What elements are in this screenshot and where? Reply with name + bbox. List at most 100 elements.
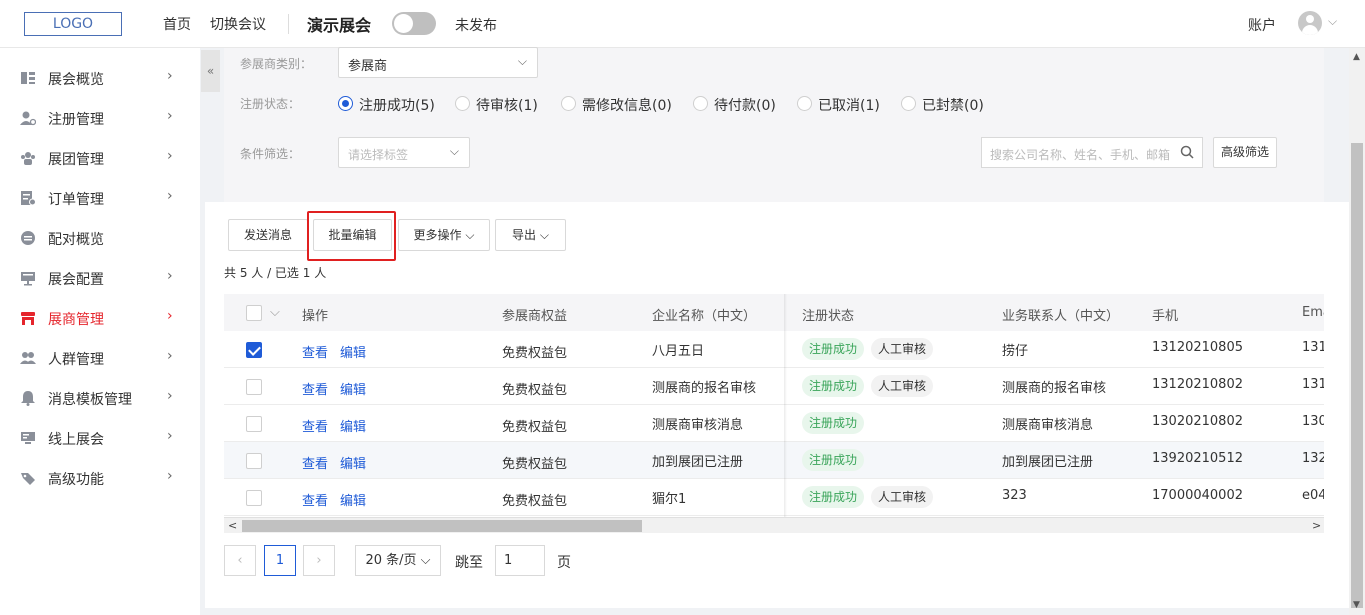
radio-dot[interactable] — [561, 96, 576, 111]
row-checkbox[interactable] — [246, 490, 262, 506]
row-checkbox[interactable] — [246, 379, 262, 395]
sidebar-item-6[interactable]: 展会配置 › — [0, 258, 200, 298]
review-badge: 人工审核 — [871, 486, 934, 508]
vertical-scrollbar[interactable]: ▲ ▼ — [1349, 48, 1365, 615]
view-link[interactable]: 查看 — [302, 342, 328, 361]
radio-dot[interactable] — [455, 96, 470, 111]
chevron-down-icon[interactable]: ⌵ — [270, 305, 280, 320]
logo[interactable]: LOGO — [24, 12, 122, 36]
page-size-select[interactable]: 20 条/页 ⌵ — [355, 545, 441, 576]
page-1-button[interactable]: 1 — [264, 545, 296, 576]
table-row: 查看 编辑 免费权益包 加到展团已注册 注册成功 加到展团已注册 13920210512 13… — [224, 442, 1324, 479]
edit-link[interactable]: 编辑 — [340, 342, 366, 361]
export-button[interactable]: 导出 ⌵ — [495, 219, 566, 251]
edit-link[interactable]: 编辑 — [340, 379, 366, 398]
row-checkbox[interactable] — [246, 453, 262, 469]
review-badge: 人工审核 — [871, 338, 934, 360]
chevron-down-icon: ⌵ — [449, 144, 459, 158]
sidebar-item-4[interactable]: 订单管理 › — [0, 178, 200, 218]
table-header: ⌵ 操作 参展商权益 企业名称（中文） 注册状态 业务联系人（中文） 手机 Em… — [224, 294, 1324, 331]
sidebar-item-3[interactable]: 展团管理 › — [0, 138, 200, 178]
scroll-up-icon[interactable]: ▲ — [1353, 52, 1360, 62]
sidebar-item-2[interactable]: 注册管理 › — [0, 98, 200, 138]
phone-cell: 13120210805 — [1152, 340, 1243, 355]
scroll-thumb[interactable] — [1351, 143, 1363, 608]
row-checkbox[interactable] — [246, 342, 262, 358]
publish-toggle[interactable] — [392, 12, 436, 35]
table-row: 查看 编辑 免费权益包 测展商的报名审核 注册成功 人工审核 测展商的报名审核 1312021… — [224, 368, 1324, 405]
jump-page-input[interactable]: 1 — [495, 545, 545, 576]
nav-switch-meeting[interactable]: 切换会议 — [210, 14, 266, 34]
company-cell: 测展商审核消息 — [652, 418, 744, 433]
company-cell: 猸尔1 — [652, 492, 687, 507]
nav-home[interactable]: 首页 — [163, 14, 191, 34]
sidebar-item-label: 订单管理 — [48, 192, 104, 208]
benefit-cell: 免费权益包 — [502, 420, 568, 435]
people-icon — [20, 352, 36, 364]
scroll-left-icon[interactable]: < — [228, 518, 237, 534]
user-register-icon — [20, 111, 36, 126]
sidebar-item-label: 消息模板管理 — [48, 392, 132, 408]
search-input[interactable]: 搜索公司名称、姓名、手机、邮箱 — [981, 137, 1203, 168]
next-page-button[interactable]: › — [303, 545, 335, 576]
view-link[interactable]: 查看 — [302, 379, 328, 398]
sidebar-item-10[interactable]: 线上展会 › — [0, 418, 200, 458]
benefit-cell: 免费权益包 — [502, 457, 568, 472]
edit-link[interactable]: 编辑 — [340, 416, 366, 435]
col-phone: 手机 — [1152, 309, 1179, 324]
sidebar-item-label: 高级功能 — [48, 472, 104, 488]
col-email: Ema — [1302, 305, 1324, 320]
select-all-checkbox[interactable] — [246, 305, 262, 321]
selection-summary: 共 5 人 / 已选 1 人 — [224, 266, 327, 280]
more-actions-button[interactable]: 更多操作 ⌵ — [398, 219, 490, 251]
chevron-right-icon: › — [167, 388, 173, 404]
sidebar-item-8[interactable]: 人群管理 › — [0, 338, 200, 378]
edit-link[interactable]: 编辑 — [340, 453, 366, 472]
radio-dot[interactable] — [797, 96, 812, 111]
sidebar-collapse-button[interactable]: « — [201, 50, 220, 92]
status-badge: 注册成功 — [802, 375, 865, 397]
email-cell: 131 — [1302, 377, 1324, 392]
sidebar-item-7[interactable]: 展商管理 › — [0, 298, 200, 338]
benefit-cell: 免费权益包 — [502, 494, 568, 509]
avatar-icon[interactable] — [1298, 11, 1322, 35]
view-link[interactable]: 查看 — [302, 453, 328, 472]
search-icon[interactable] — [1180, 145, 1194, 159]
chevron-down-icon: ⌵ — [465, 228, 475, 242]
sidebar-item-label: 注册管理 — [48, 112, 104, 128]
search-placeholder: 搜索公司名称、姓名、手机、邮箱 — [990, 148, 1171, 162]
view-link[interactable]: 查看 — [302, 490, 328, 509]
chevron-down-icon[interactable]: ⌵ — [1328, 14, 1337, 29]
scroll-right-icon[interactable]: > — [1312, 518, 1321, 534]
tag-select[interactable]: 请选择标签 ⌵ — [338, 137, 470, 168]
col-benefit: 参展商权益 — [502, 309, 568, 324]
sidebar-item-9[interactable]: 消息模板管理 › — [0, 378, 200, 418]
radio-label: 待付款(0) — [714, 98, 776, 114]
bell-icon — [21, 391, 35, 406]
account-label[interactable]: 账户 — [1248, 15, 1276, 35]
send-message-button[interactable]: 发送消息 — [228, 219, 308, 251]
scroll-down-icon[interactable]: ▼ — [1353, 600, 1360, 610]
email-cell: 131 — [1302, 340, 1324, 355]
edit-link[interactable]: 编辑 — [340, 490, 366, 509]
table-row: 查看 编辑 免费权益包 猸尔1 注册成功 人工审核 323 17000040002 e04 — [224, 479, 1324, 516]
status-badge: 注册成功 — [802, 449, 865, 471]
radio-label: 已封禁(0) — [922, 98, 984, 114]
contact-cell: 323 — [1002, 488, 1027, 503]
horizontal-scrollbar[interactable]: < > — [224, 517, 1324, 533]
radio-dot[interactable] — [693, 96, 708, 111]
scroll-thumb[interactable] — [242, 520, 642, 532]
row-checkbox[interactable] — [246, 416, 262, 432]
sidebar-item-11[interactable]: 高级功能 › — [0, 458, 200, 498]
sidebar-item-5[interactable]: 配对概览 — [0, 218, 200, 258]
exhibitor-type-select[interactable]: 参展商 ⌵ — [338, 47, 538, 78]
radio-dot[interactable] — [338, 96, 353, 111]
chevron-down-icon: ⌵ — [420, 553, 431, 568]
benefit-cell: 免费权益包 — [502, 383, 568, 398]
exhibitor-type-value: 参展商 — [348, 59, 388, 74]
prev-page-button[interactable]: ‹ — [224, 545, 256, 576]
sidebar-item-1[interactable]: 展会概览 › — [0, 58, 200, 98]
view-link[interactable]: 查看 — [302, 416, 328, 435]
radio-dot[interactable] — [901, 96, 916, 111]
advanced-filter-button[interactable]: 高级筛选 — [1213, 137, 1277, 168]
